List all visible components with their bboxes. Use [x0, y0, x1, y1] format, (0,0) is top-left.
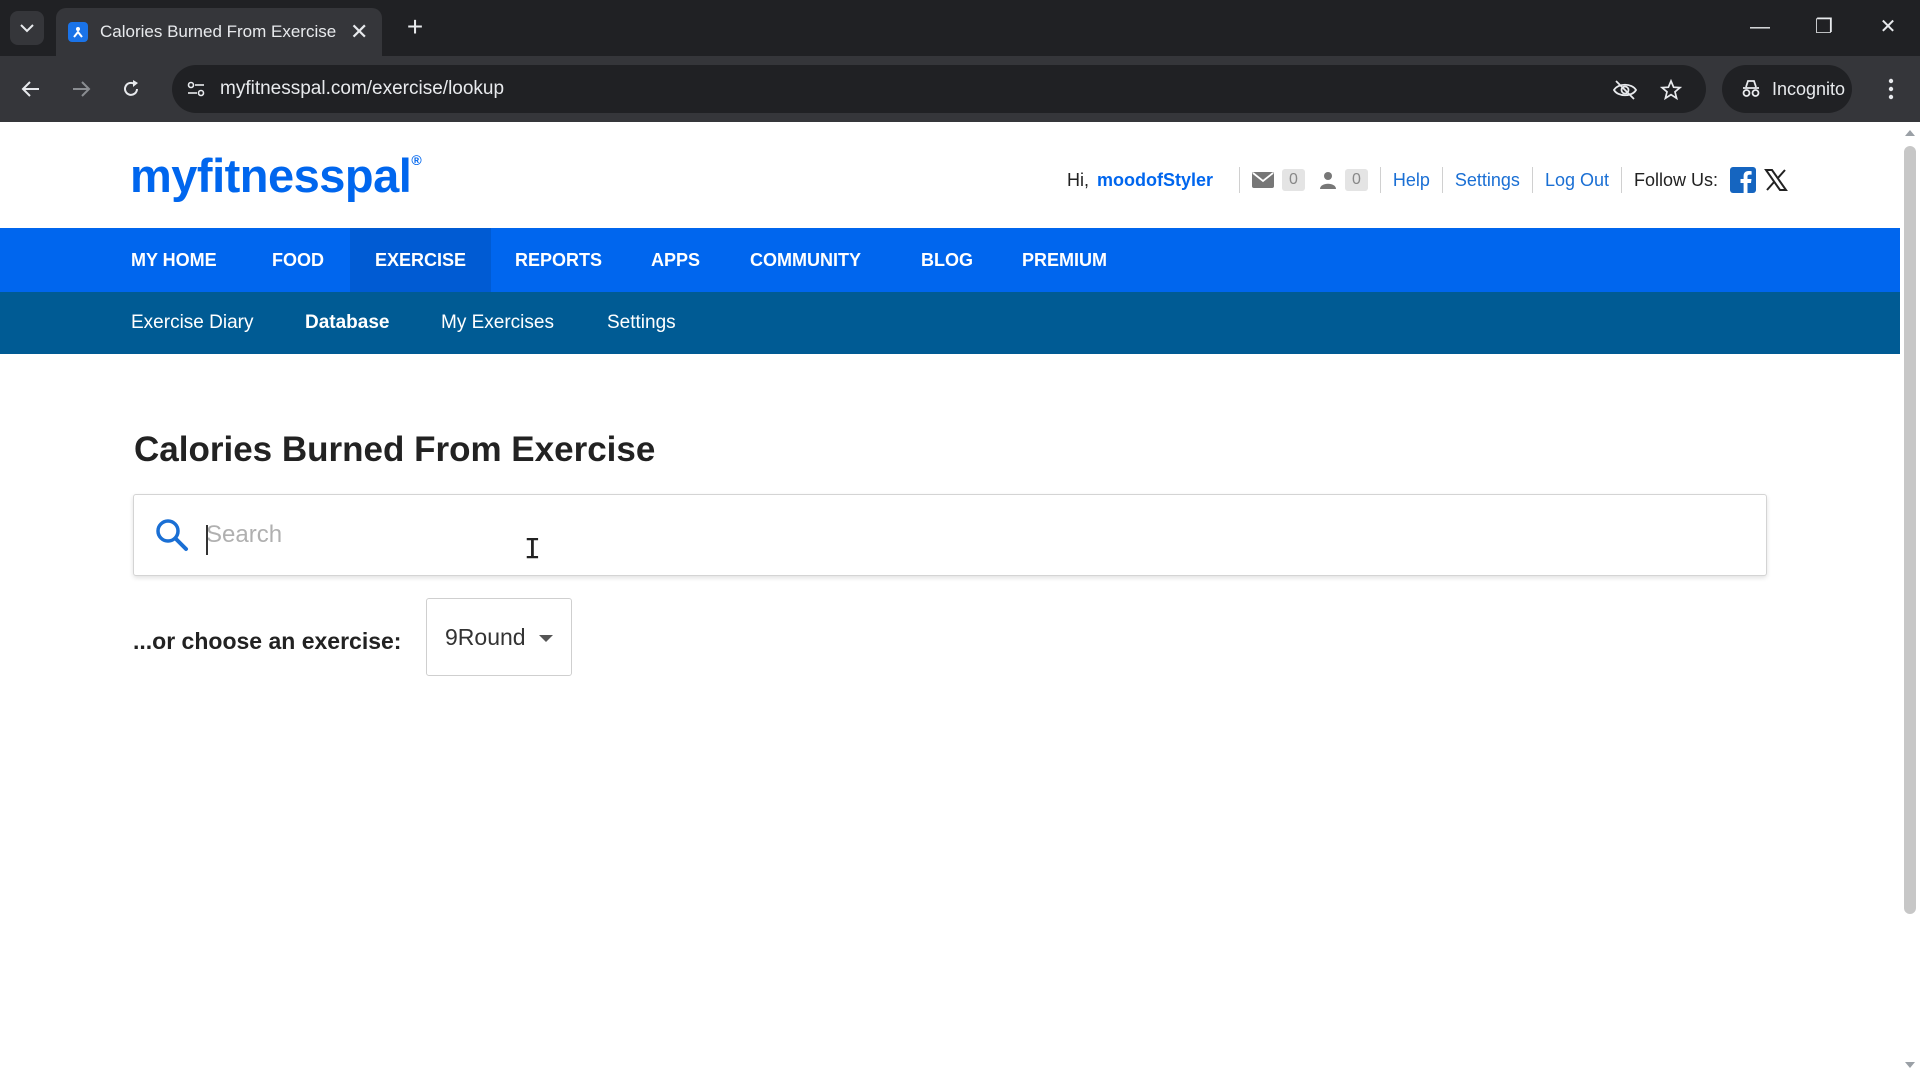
- facebook-icon: [1730, 167, 1756, 193]
- tab-title: Calories Burned From Exercise |: [100, 22, 336, 42]
- divider: [1621, 167, 1622, 193]
- exercise-select[interactable]: 9Round: [426, 598, 572, 676]
- x-link[interactable]: [1764, 168, 1788, 192]
- scroll-down-arrow[interactable]: [1905, 1062, 1915, 1068]
- eye-off-icon[interactable]: [1612, 77, 1638, 103]
- scroll-up-arrow[interactable]: [1905, 130, 1915, 136]
- tab-close-button[interactable]: ✕: [350, 21, 368, 43]
- help-link[interactable]: Help: [1393, 170, 1430, 191]
- nav-item-reports[interactable]: REPORTS: [490, 228, 627, 292]
- greeting-text: Hi,: [1067, 170, 1089, 191]
- sub-nav: Exercise Diary Database My Exercises Set…: [0, 292, 1900, 354]
- favicon-icon: [68, 22, 88, 42]
- back-button[interactable]: [14, 72, 48, 106]
- subnav-item-exercise-diary[interactable]: Exercise Diary: [131, 292, 253, 354]
- divider: [1239, 167, 1240, 193]
- exercise-select-value: 9Round: [445, 624, 526, 651]
- search-box[interactable]: [133, 494, 1767, 576]
- reload-icon: [121, 79, 141, 99]
- subnav-item-settings[interactable]: Settings: [607, 292, 676, 354]
- star-icon[interactable]: [1658, 77, 1684, 103]
- follow-us-label: Follow Us:: [1634, 170, 1718, 191]
- messages-count[interactable]: 0: [1282, 169, 1305, 191]
- scroll-thumb[interactable]: [1904, 146, 1916, 914]
- tab-list-button[interactable]: [10, 11, 44, 45]
- mouse-cursor: I: [524, 532, 541, 565]
- browser-tab-active[interactable]: Calories Burned From Exercise | ✕: [56, 8, 382, 56]
- reload-button[interactable]: [114, 72, 148, 106]
- facebook-link[interactable]: [1730, 167, 1756, 193]
- nav-item-blog[interactable]: BLOG: [896, 228, 998, 292]
- friends-count[interactable]: 0: [1345, 169, 1368, 191]
- site-info-icon[interactable]: [184, 77, 208, 101]
- mail-icon[interactable]: [1252, 172, 1274, 188]
- window-close-button[interactable]: ✕: [1868, 10, 1908, 44]
- person-icon[interactable]: [1319, 171, 1337, 189]
- incognito-icon: [1740, 79, 1762, 99]
- user-bar: Hi, moodofStyler 0 0 Help Settings Log O…: [1067, 166, 1788, 194]
- divider: [1532, 167, 1533, 193]
- address-bar[interactable]: myfitnesspal.com/exercise/lookup: [172, 65, 1706, 113]
- x-icon: [1764, 168, 1788, 192]
- restore-button[interactable]: ❐: [1804, 10, 1844, 44]
- divider: [1442, 167, 1443, 193]
- nav-item-food[interactable]: FOOD: [247, 228, 349, 292]
- nav-item-my-home[interactable]: MY HOME: [106, 228, 242, 292]
- tab-list-icon: [20, 24, 34, 33]
- nav-item-community[interactable]: COMMUNITY: [725, 228, 886, 292]
- incognito-label: Incognito: [1772, 79, 1845, 100]
- logout-link[interactable]: Log Out: [1545, 170, 1609, 191]
- main-nav: MY HOME FOOD EXERCISE REPORTS APPS COMMU…: [0, 228, 1900, 292]
- subnav-item-my-exercises[interactable]: My Exercises: [441, 292, 554, 354]
- nav-item-apps[interactable]: APPS: [626, 228, 725, 292]
- text-caret: [206, 525, 208, 555]
- minimize-button[interactable]: —: [1740, 10, 1780, 44]
- browser-menu-button[interactable]: [1876, 72, 1906, 106]
- url-text[interactable]: myfitnesspal.com/exercise/lookup: [220, 65, 504, 113]
- divider: [1380, 167, 1381, 193]
- subnav-item-database[interactable]: Database: [305, 292, 390, 354]
- forward-icon: [71, 80, 91, 98]
- settings-link[interactable]: Settings: [1455, 170, 1520, 191]
- incognito-indicator[interactable]: Incognito: [1722, 65, 1852, 113]
- page-viewport: myfitnesspal® Hi, moodofStyler 0 0 Help …: [0, 122, 1900, 1080]
- search-icon: [154, 517, 190, 553]
- username-link[interactable]: moodofStyler: [1097, 170, 1213, 191]
- chevron-down-icon: [539, 635, 553, 642]
- site-logo[interactable]: myfitnesspal®: [130, 148, 421, 203]
- nav-item-premium[interactable]: PREMIUM: [997, 228, 1132, 292]
- browser-tab-bar: Calories Burned From Exercise | ✕ + — ❐ …: [0, 0, 1920, 56]
- page-title: Calories Burned From Exercise: [134, 430, 655, 470]
- new-tab-button[interactable]: +: [398, 10, 432, 44]
- nav-item-exercise[interactable]: EXERCISE: [350, 228, 491, 292]
- more-icon: [1888, 78, 1894, 100]
- search-input[interactable]: [206, 511, 1746, 559]
- forward-button[interactable]: [64, 72, 98, 106]
- page-scrollbar[interactable]: [1900, 122, 1920, 1080]
- browser-toolbar: myfitnesspal.com/exercise/lookup Incogni…: [0, 56, 1920, 122]
- choose-exercise-label: ...or choose an exercise:: [133, 624, 401, 658]
- back-icon: [21, 80, 41, 98]
